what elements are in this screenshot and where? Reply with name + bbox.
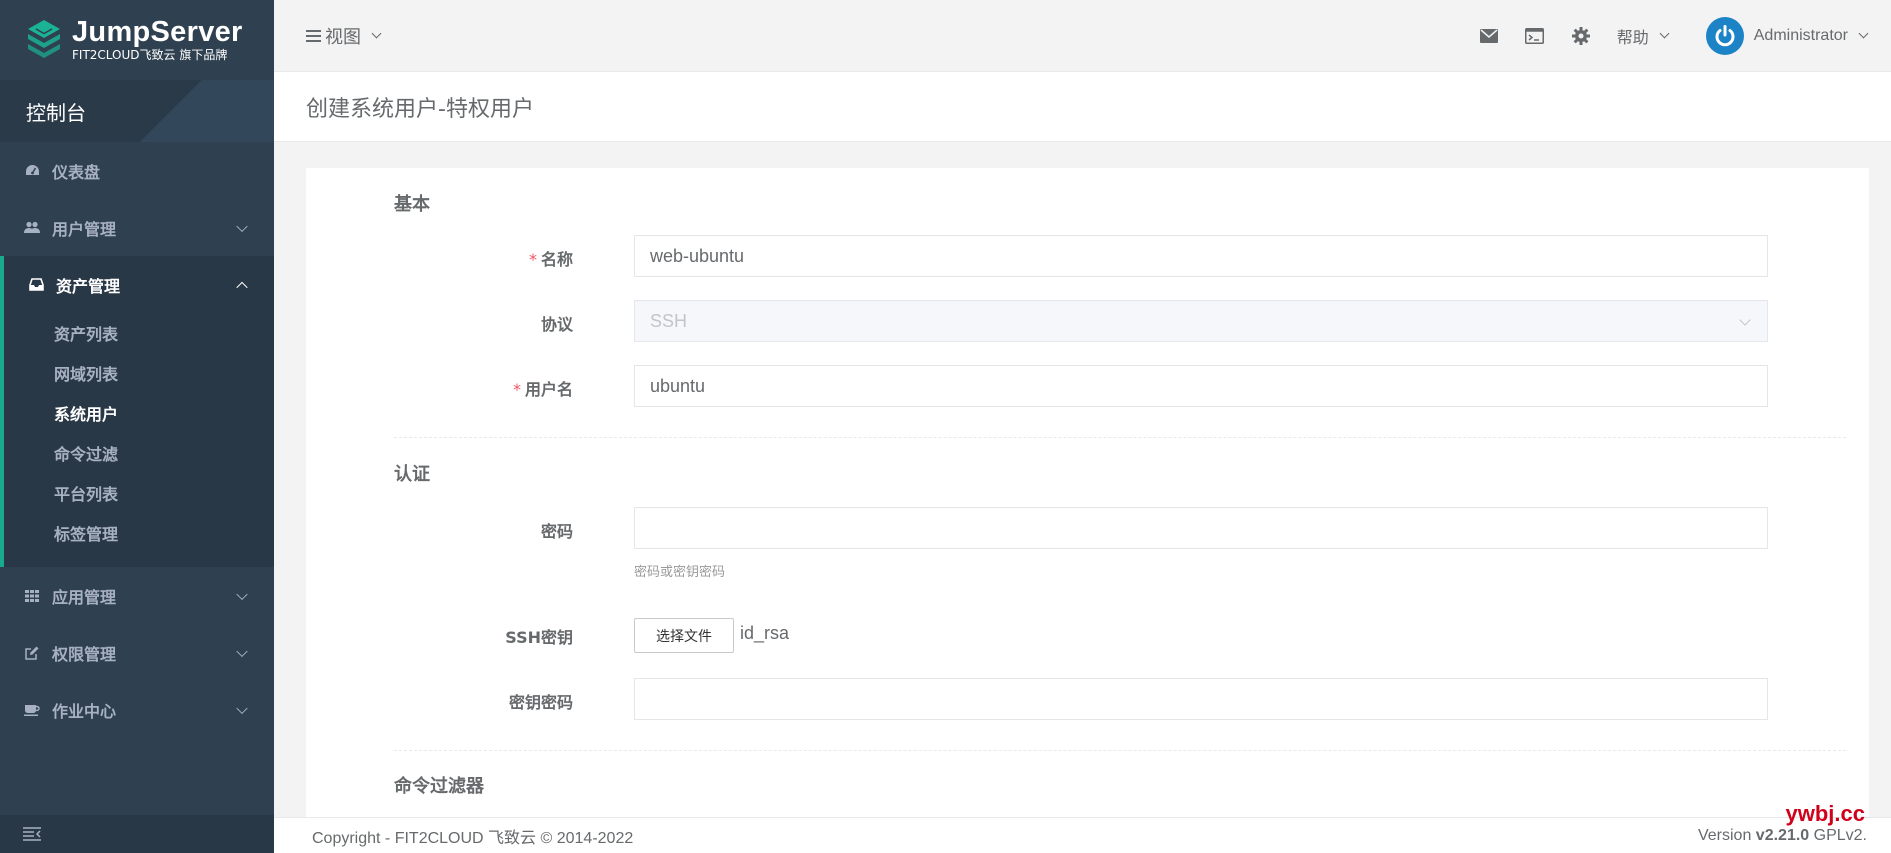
- chevron-up-icon: [236, 281, 248, 293]
- sidebar-item-label: 仪表盘: [52, 162, 101, 182]
- sidebar-item-label: 应用管理: [52, 587, 117, 607]
- watermark-text: ywbj.cc: [1785, 801, 1865, 826]
- help-label: 帮助: [1616, 27, 1649, 47]
- protocol-select[interactable]: SSH: [634, 300, 1768, 342]
- chevron-down-icon: [371, 28, 382, 39]
- sidebar-item-jobs[interactable]: 作业中心: [0, 681, 274, 738]
- page-footer: Copyright - FIT2CLOUD 飞致云 © 2014-2022 Ve…: [274, 817, 1891, 853]
- sidebar: JumpServer FIT2CLOUD飞致云 旗下品牌 控制台 仪表盘 用户管…: [0, 0, 274, 853]
- sidebar-item-assets[interactable]: 资产管理: [4, 256, 274, 313]
- version-text: Version v2.21.0 GPLv2.: [1697, 826, 1867, 844]
- sidebar-item-label: 作业中心: [52, 701, 117, 721]
- sidebar-item-users[interactable]: 用户管理: [0, 199, 274, 256]
- hamburger-icon: [306, 29, 321, 42]
- name-label: * 名称: [528, 250, 573, 269]
- mail-icon[interactable]: [1479, 26, 1499, 46]
- section-title-basic: 基本: [394, 194, 430, 215]
- page-title: 创建系统用户-特权用户: [274, 72, 1891, 142]
- sidebar-item-dashboard[interactable]: 仪表盘: [0, 142, 274, 199]
- sidebar-group-assets: 资产管理 资产列表 网域列表 系统用户 命令过滤 平台列表 标签管理: [0, 256, 274, 567]
- help-menu-button[interactable]: 帮助: [1616, 24, 1670, 48]
- sidebar-item-label: 用户管理: [52, 219, 117, 239]
- terminal-icon[interactable]: [1525, 26, 1545, 46]
- top-right-tools: 帮助 Administrator: [1453, 0, 1891, 72]
- chevron-down-icon: [1659, 28, 1670, 39]
- password-input[interactable]: [634, 507, 1768, 549]
- name-input[interactable]: web-ubuntu: [634, 235, 1768, 277]
- sidebar-item-label: 资产管理: [56, 276, 121, 296]
- sidebar-subitem-command-filter[interactable]: 命令过滤: [4, 433, 274, 473]
- section-divider: [394, 437, 1846, 438]
- sidebar-item-permissions[interactable]: 权限管理: [0, 624, 274, 681]
- username-label: * 用户名: [512, 380, 573, 399]
- chevron-down-icon: [1739, 314, 1751, 326]
- sidebar-nav: 仪表盘 用户管理 资产管理 资产列表 网域列表 系统用户 命令过滤 平台列表 标…: [0, 142, 274, 738]
- view-menu-button[interactable]: 视图: [306, 23, 382, 49]
- required-marker: *: [512, 380, 521, 399]
- section-title-command-filters: 命令过滤器: [394, 776, 484, 797]
- console-label: 控制台: [0, 80, 274, 142]
- section-title-auth: 认证: [394, 464, 430, 485]
- version-number: v2.21.0: [1755, 826, 1810, 844]
- sidebar-collapse-toggle[interactable]: [0, 815, 274, 853]
- sidebar-item-applications[interactable]: 应用管理: [0, 567, 274, 624]
- sidebar-subitem-system-user[interactable]: 系统用户: [4, 393, 274, 433]
- collapse-menu-icon: [23, 827, 41, 841]
- jumpserver-logo-icon: [28, 20, 60, 58]
- protocol-value: SSH: [650, 310, 688, 331]
- avatar[interactable]: [1705, 16, 1744, 55]
- inbox-icon: [28, 277, 44, 293]
- password-label: 密码: [540, 522, 573, 541]
- copyright-text: Copyright - FIT2CLOUD 飞致云 © 2014-2022: [312, 829, 634, 847]
- protocol-label: 协议: [540, 315, 573, 334]
- create-system-user-form: 基本 * 名称 web-ubuntu 协议 SSH * 用户名 ubuntu 认证 …: [306, 168, 1869, 818]
- coffee-icon: [24, 702, 40, 718]
- chevron-down-icon: [236, 588, 248, 600]
- edit-icon: [24, 645, 40, 661]
- gear-icon[interactable]: [1571, 26, 1591, 46]
- view-label: 视图: [325, 26, 361, 48]
- sidebar-item-label: 权限管理: [52, 644, 117, 664]
- section-divider: [394, 750, 1846, 751]
- grid-icon: [24, 588, 40, 604]
- key-passphrase-input[interactable]: [634, 678, 1768, 720]
- top-navbar: 视图 帮助 Administrator: [274, 0, 1891, 72]
- sidebar-subitem-asset-list[interactable]: 资产列表: [4, 313, 274, 353]
- sidebar-subitem-platform-list[interactable]: 平台列表: [4, 473, 274, 513]
- ssh-key-label: SSH密钥: [505, 628, 573, 647]
- chevron-down-icon: [236, 702, 248, 714]
- choose-file-button[interactable]: 选择文件: [634, 618, 734, 653]
- chevron-down-icon: [236, 645, 248, 657]
- users-icon: [24, 220, 40, 236]
- selected-file-name: id_rsa: [740, 623, 790, 643]
- chevron-down-icon: [236, 220, 248, 232]
- username-input[interactable]: ubuntu: [634, 365, 1768, 407]
- logo[interactable]: JumpServer FIT2CLOUD飞致云 旗下品牌: [0, 0, 274, 80]
- logo-subtitle: FIT2CLOUD飞致云 旗下品牌: [72, 48, 228, 62]
- power-icon: [1715, 24, 1735, 46]
- sidebar-subitem-label-management[interactable]: 标签管理: [4, 513, 274, 553]
- user-name: Administrator: [1753, 26, 1848, 44]
- sidebar-subitem-domain-list[interactable]: 网域列表: [4, 353, 274, 393]
- dashboard-icon: [24, 163, 40, 179]
- logo-title: JumpServer: [72, 16, 243, 48]
- chevron-down-icon: [1858, 28, 1869, 39]
- required-marker: *: [528, 250, 537, 269]
- key-passphrase-label: 密钥密码: [508, 693, 573, 712]
- user-menu-button[interactable]: Administrator: [1753, 26, 1869, 45]
- password-help-text: 密码或密钥密码: [634, 565, 726, 580]
